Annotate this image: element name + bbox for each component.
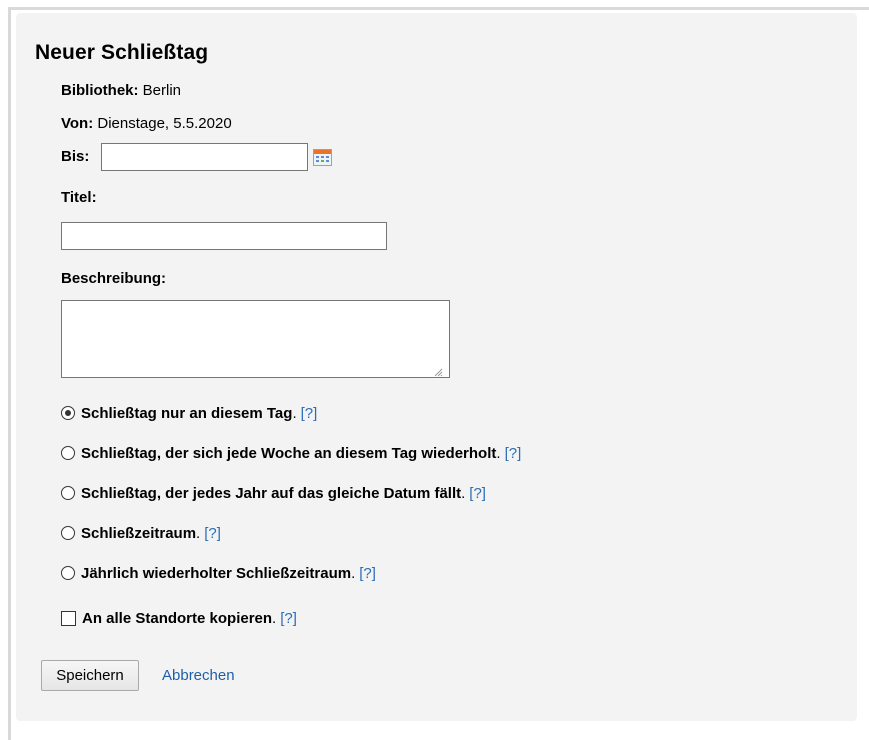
option-yearly-period[interactable]: Jährlich wiederholter Schließzeitraum . …	[61, 562, 376, 584]
to-date-input[interactable]	[101, 143, 308, 171]
from-label: Von:	[61, 115, 94, 132]
description-textarea[interactable]	[61, 300, 450, 378]
cancel-link[interactable]: Abbrechen	[162, 667, 235, 684]
option-single-day[interactable]: Schließtag nur an diesem Tag . [?]	[61, 402, 317, 424]
help-link[interactable]: [?]	[469, 485, 486, 502]
resize-grip-icon[interactable]	[433, 364, 443, 377]
help-link[interactable]: [?]	[301, 405, 318, 422]
radio-weekly-repeat[interactable]	[61, 446, 75, 460]
save-button[interactable]: Speichern	[41, 660, 139, 691]
option-punctuation: .	[351, 564, 356, 582]
title-input[interactable]	[61, 222, 387, 250]
title-label: Titel:	[61, 189, 97, 206]
help-link[interactable]: [?]	[280, 610, 297, 627]
option-label[interactable]: Schließtag, der sich jede Woche an diese…	[81, 445, 496, 462]
option-punctuation: .	[196, 524, 201, 542]
option-label[interactable]: Schließtag nur an diesem Tag	[81, 405, 292, 422]
option-label[interactable]: Schließtag, der jedes Jahr auf das gleic…	[81, 485, 461, 502]
option-label[interactable]: An alle Standorte kopieren	[82, 610, 272, 627]
option-punctuation: .	[496, 444, 501, 462]
option-punctuation: .	[292, 404, 297, 422]
from-value: Dienstage, 5.5.2020	[97, 115, 232, 132]
library-info: Bibliothek: Berlin	[61, 82, 181, 99]
from-date-info: Von: Dienstage, 5.5.2020	[61, 115, 232, 132]
option-punctuation: .	[461, 484, 466, 502]
option-label[interactable]: Schließzeitraum	[81, 525, 196, 542]
radio-closing-period[interactable]	[61, 526, 75, 540]
option-yearly-date[interactable]: Schließtag, der jedes Jahr auf das gleic…	[61, 482, 486, 504]
help-link[interactable]: [?]	[359, 565, 376, 582]
help-link[interactable]: [?]	[204, 525, 221, 542]
option-closing-period[interactable]: Schließzeitraum . [?]	[61, 522, 221, 544]
checkbox-copy-all-branches[interactable]	[61, 610, 76, 626]
option-copy-all-branches[interactable]: An alle Standorte kopieren . [?]	[61, 607, 297, 629]
to-date-label: Bis:	[61, 148, 90, 165]
library-label: Bibliothek:	[61, 82, 139, 99]
radio-yearly-period[interactable]	[61, 566, 75, 580]
library-value: Berlin	[142, 82, 182, 99]
option-label[interactable]: Jährlich wiederholter Schließzeitraum	[81, 565, 351, 582]
help-link[interactable]: [?]	[505, 445, 522, 462]
calendar-icon[interactable]	[313, 149, 332, 166]
page-title: Neuer Schließtag	[35, 41, 209, 64]
radio-single-day[interactable]	[61, 406, 75, 420]
radio-yearly-date[interactable]	[61, 486, 75, 500]
option-punctuation: .	[272, 609, 277, 627]
option-weekly-repeat[interactable]: Schließtag, der sich jede Woche an diese…	[61, 442, 521, 464]
description-label: Beschreibung:	[61, 270, 167, 287]
